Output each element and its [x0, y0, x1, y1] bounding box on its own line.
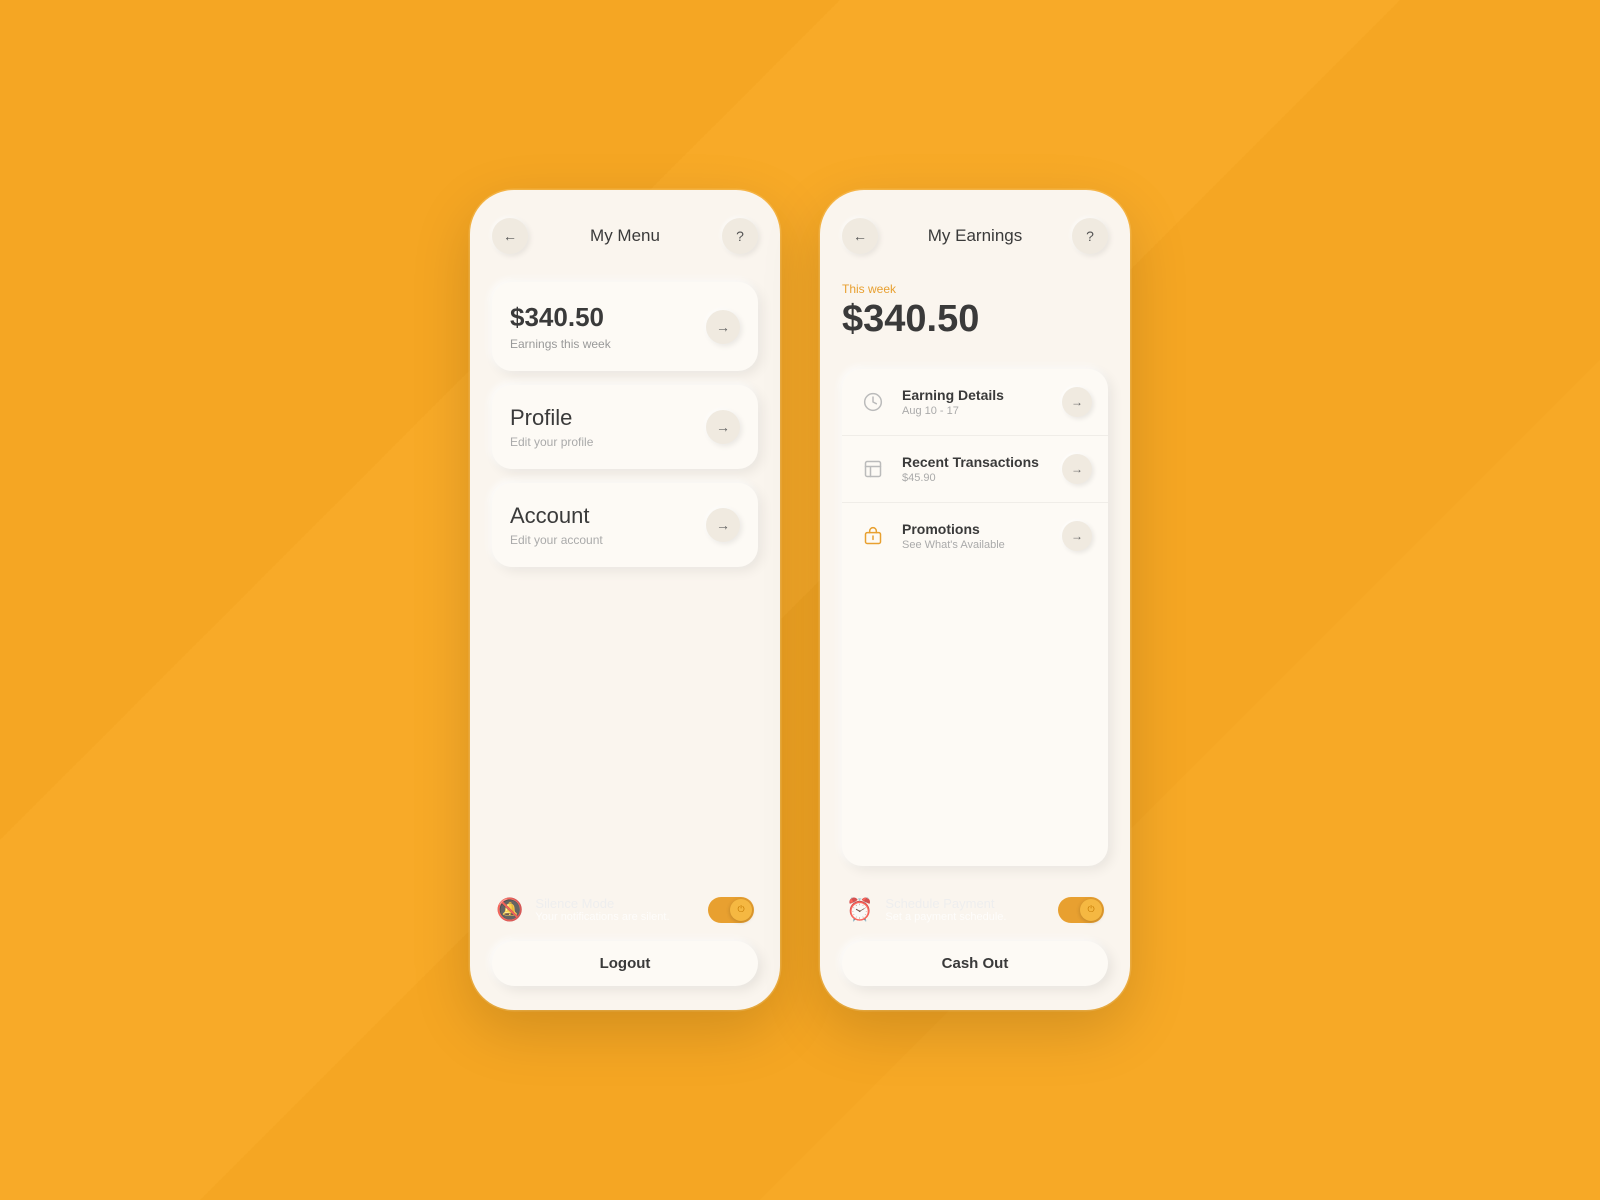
- left-phone: ← My Menu ? $340.50 Earnings this week →…: [470, 190, 780, 1010]
- promotions-content: Promotions See What's Available: [902, 521, 1048, 551]
- recent-transactions-icon: [858, 454, 888, 484]
- screens-container: ← My Menu ? $340.50 Earnings this week →…: [470, 190, 1130, 1010]
- schedule-payment-row: ⏰ Schedule Payment Set a payment schedul…: [842, 896, 1108, 923]
- left-back-button[interactable]: ←: [492, 218, 528, 254]
- left-help-button[interactable]: ?: [722, 218, 758, 254]
- account-desc: Edit your account: [510, 533, 706, 547]
- earning-details-content: Earning Details Aug 10 - 17: [902, 387, 1048, 417]
- account-card-content: Account Edit your account: [510, 503, 706, 547]
- earning-details-icon: [858, 387, 888, 417]
- schedule-toggle-knob: ⏻: [1080, 899, 1102, 921]
- schedule-toggle[interactable]: ⏻: [1058, 897, 1104, 923]
- cashout-button[interactable]: Cash Out: [842, 941, 1108, 986]
- earnings-card[interactable]: $340.50 Earnings this week →: [492, 282, 758, 371]
- silence-toggle[interactable]: ⏻: [708, 897, 754, 923]
- right-bottom-section: ⏰ Schedule Payment Set a payment schedul…: [842, 880, 1108, 986]
- profile-arrow[interactable]: →: [706, 410, 740, 444]
- promotions-title: Promotions: [902, 521, 1048, 537]
- account-arrow[interactable]: →: [706, 508, 740, 542]
- promotions-icon: [858, 521, 888, 551]
- profile-title: Profile: [510, 405, 706, 431]
- week-label: This week: [842, 282, 1108, 296]
- right-back-button[interactable]: ←: [842, 218, 878, 254]
- recent-transactions-arrow[interactable]: →: [1062, 454, 1092, 484]
- promotions-arrow[interactable]: →: [1062, 521, 1092, 551]
- recent-transactions-row[interactable]: Recent Transactions $45.90 →: [842, 436, 1108, 503]
- earning-details-title: Earning Details: [902, 387, 1048, 403]
- silence-mode-row: 🔕 Silence Mode Your notifications are si…: [492, 896, 758, 923]
- right-page-title: My Earnings: [928, 226, 1022, 246]
- right-phone: ← My Earnings ? This week $340.50 Earnin…: [820, 190, 1130, 1010]
- recent-transactions-content: Recent Transactions $45.90: [902, 454, 1048, 484]
- logout-button[interactable]: Logout: [492, 941, 758, 986]
- schedule-text: Schedule Payment Set a payment schedule.: [885, 896, 1046, 923]
- earnings-subtitle: Earnings this week: [510, 337, 706, 351]
- promotions-row[interactable]: Promotions See What's Available →: [842, 503, 1108, 569]
- schedule-title: Schedule Payment: [885, 896, 1046, 911]
- earnings-list-card: Earning Details Aug 10 - 17 → Recent Tra…: [842, 369, 1108, 866]
- left-top-bar: ← My Menu ?: [492, 218, 758, 254]
- promotions-sub: See What's Available: [902, 539, 1048, 551]
- earnings-card-content: $340.50 Earnings this week: [510, 302, 706, 351]
- earnings-header: This week $340.50: [842, 282, 1108, 361]
- earnings-arrow[interactable]: →: [706, 310, 740, 344]
- earning-details-row[interactable]: Earning Details Aug 10 - 17 →: [842, 369, 1108, 436]
- profile-desc: Edit your profile: [510, 435, 706, 449]
- right-help-button[interactable]: ?: [1072, 218, 1108, 254]
- left-bottom-section: 🔕 Silence Mode Your notifications are si…: [492, 880, 758, 986]
- recent-transactions-title: Recent Transactions: [902, 454, 1048, 470]
- silence-title: Silence Mode: [535, 896, 696, 911]
- schedule-desc: Set a payment schedule.: [885, 911, 1046, 923]
- earning-details-arrow[interactable]: →: [1062, 387, 1092, 417]
- recent-transactions-sub: $45.90: [902, 472, 1048, 484]
- profile-card-content: Profile Edit your profile: [510, 405, 706, 449]
- account-title: Account: [510, 503, 706, 529]
- earning-details-sub: Aug 10 - 17: [902, 405, 1048, 417]
- earnings-value: $340.50: [510, 302, 706, 333]
- silence-icon: 🔕: [496, 897, 523, 923]
- silence-desc: Your notifications are silent.: [535, 911, 696, 923]
- right-top-bar: ← My Earnings ?: [842, 218, 1108, 254]
- left-page-title: My Menu: [590, 226, 660, 246]
- profile-card[interactable]: Profile Edit your profile →: [492, 385, 758, 469]
- account-card[interactable]: Account Edit your account →: [492, 483, 758, 567]
- earnings-amount: $340.50: [842, 298, 1108, 341]
- schedule-icon: ⏰: [846, 897, 873, 923]
- toggle-knob: ⏻: [730, 899, 752, 921]
- silence-text: Silence Mode Your notifications are sile…: [535, 896, 696, 923]
